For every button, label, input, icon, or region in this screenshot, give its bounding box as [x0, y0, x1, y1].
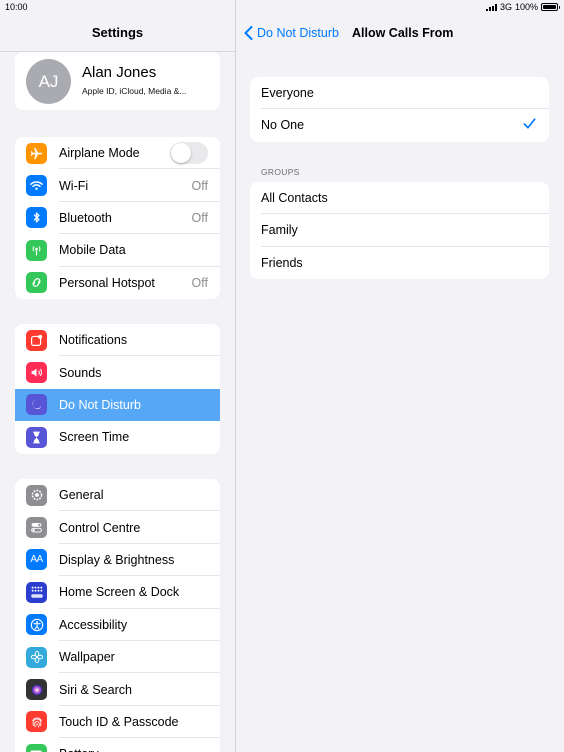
sidebar-item-siri-search[interactable]: Siri & Search	[15, 673, 220, 706]
fingerprint-icon	[26, 711, 47, 733]
gear-icon	[26, 484, 47, 506]
settings-sidebar: Settings AJ Alan Jones Apple ID, iCloud,…	[0, 14, 235, 752]
text-size-icon: AA	[26, 549, 47, 571]
sidebar-item-control-centre[interactable]: Control Centre	[15, 511, 220, 544]
notifications-icon	[26, 329, 47, 351]
signal-icon	[485, 3, 497, 11]
avatar: AJ	[26, 59, 71, 104]
sidebar-item-do-not-disturb[interactable]: Do Not Disturb	[15, 388, 220, 422]
checkmark-icon	[523, 118, 536, 129]
sidebar-item-wallpaper[interactable]: Wallpaper	[15, 641, 220, 674]
option-label: No One	[261, 118, 305, 133]
sidebar-item-label: Battery	[59, 747, 99, 752]
sidebar-item-value: Off	[191, 210, 208, 225]
sidebar-item-label: Bluetooth	[59, 210, 112, 225]
back-button[interactable]: Do Not Disturb	[244, 26, 339, 40]
option-everyone[interactable]: Everyone	[250, 77, 549, 110]
siri-icon	[26, 679, 47, 701]
sidebar-item-value: Off	[191, 275, 208, 290]
sidebar-item-label: Home Screen & Dock	[59, 585, 180, 600]
page-title: Allow Calls From	[352, 26, 454, 40]
option-no-one[interactable]: No One	[250, 109, 549, 141]
sidebar-item-label: Siri & Search	[59, 682, 132, 697]
flower-icon	[26, 646, 47, 668]
sidebar-item-label: Sounds	[59, 365, 102, 380]
sidebar-item-label: Screen Time	[59, 430, 130, 445]
network-type: 3G	[499, 2, 512, 12]
airplane-mode-toggle[interactable]	[170, 142, 208, 165]
sidebar-item-label: Accessibility	[59, 617, 128, 632]
sidebar-item-general[interactable]: General	[15, 479, 220, 512]
sidebar-item-personal-hotspot[interactable]: Personal Hotspot Off	[15, 267, 220, 299]
accessibility-icon	[26, 614, 47, 636]
sidebar-item-wi-fi[interactable]: Wi-Fi Off	[15, 169, 220, 202]
sidebar-item-touch-id-passcode[interactable]: Touch ID & Passcode	[15, 706, 220, 739]
sidebar-item-battery[interactable]: Battery	[15, 738, 220, 752]
speaker-icon	[26, 362, 47, 384]
status-indicators: 3G 100%	[485, 2, 560, 12]
settings-group-notifications: Notifications Sounds Do Not Disturb Screen …	[15, 324, 220, 454]
sidebar-item-bluetooth[interactable]: Bluetooth Off	[15, 202, 220, 235]
battery-icon	[26, 743, 47, 752]
back-button-label: Do Not Disturb	[257, 26, 339, 40]
sidebar-item-airplane-mode[interactable]: Airplane Mode	[15, 137, 220, 170]
moon-icon	[26, 394, 47, 416]
sidebar-title: Settings	[0, 14, 235, 52]
status-time: 10:00	[5, 2, 28, 12]
detail-nav-bar: Do Not Disturb Allow Calls From	[236, 14, 564, 52]
sidebar-item-label: Mobile Data	[59, 243, 126, 258]
profile-subtitle: Apple ID, iCloud, Media &...	[82, 86, 187, 96]
battery-icon	[541, 3, 560, 11]
sidebar-item-display-brightness[interactable]: AA Display & Brightness	[15, 544, 220, 577]
sidebar-item-label: Notifications	[59, 333, 128, 348]
groups-header: GROUPS	[261, 167, 300, 177]
sidebar-item-label: Airplane Mode	[59, 146, 140, 161]
chevron-left-icon	[244, 26, 253, 40]
option-label: Family	[261, 223, 298, 238]
option-friends[interactable]: Friends	[250, 247, 549, 279]
sidebar-item-mobile-data[interactable]: Mobile Data	[15, 234, 220, 267]
sidebar-item-sounds[interactable]: Sounds	[15, 356, 220, 388]
allow-calls-options: Everyone No One	[250, 77, 549, 142]
sidebar-item-label: Personal Hotspot	[59, 275, 155, 290]
option-family[interactable]: Family	[250, 214, 549, 247]
option-label: Friends	[261, 255, 303, 270]
battery-percent: 100%	[514, 2, 538, 12]
sidebar-item-label: General	[59, 488, 104, 503]
bluetooth-icon	[26, 207, 47, 229]
sidebar-item-home-screen-dock[interactable]: Home Screen & Dock	[15, 576, 220, 609]
contact-groups: All Contacts Family Friends	[250, 182, 549, 280]
sidebar-item-label: Do Not Disturb	[59, 397, 141, 412]
profile-name: Alan Jones	[82, 64, 157, 81]
settings-group-general: General Control Centre AA Display & Brightn…	[15, 479, 220, 752]
detail-pane: Do Not Disturb Allow Calls From Everyone…	[236, 14, 564, 752]
sidebar-item-value: Off	[191, 178, 208, 193]
status-bar: 10:00 3G 100%	[0, 0, 564, 14]
sidebar-item-notifications[interactable]: Notifications	[15, 324, 220, 357]
option-all-contacts[interactable]: All Contacts	[250, 182, 549, 215]
settings-group-connectivity: Airplane Mode Wi-Fi Off Bluetooth Off Mobile …	[15, 137, 220, 299]
antenna-icon	[26, 239, 47, 261]
switches-icon	[26, 517, 47, 539]
hotspot-icon	[26, 272, 47, 294]
wifi-icon	[26, 175, 47, 197]
sidebar-item-label: Touch ID & Passcode	[59, 714, 179, 729]
grid-icon	[26, 581, 47, 603]
profile-card[interactable]: AJ Alan Jones Apple ID, iCloud, Media &.…	[15, 52, 220, 110]
airplane-icon	[26, 142, 47, 164]
hourglass-icon	[26, 426, 47, 448]
sidebar-item-label: Display & Brightness	[59, 552, 175, 567]
option-label: All Contacts	[261, 191, 328, 205]
option-label: Everyone	[261, 86, 314, 100]
sidebar-item-label: Wi-Fi	[59, 178, 89, 193]
sidebar-item-screen-time[interactable]: Screen Time	[15, 421, 220, 453]
sidebar-item-label: Control Centre	[59, 520, 141, 535]
sidebar-item-accessibility[interactable]: Accessibility	[15, 609, 220, 641]
sidebar-item-label: Wallpaper	[59, 650, 115, 665]
